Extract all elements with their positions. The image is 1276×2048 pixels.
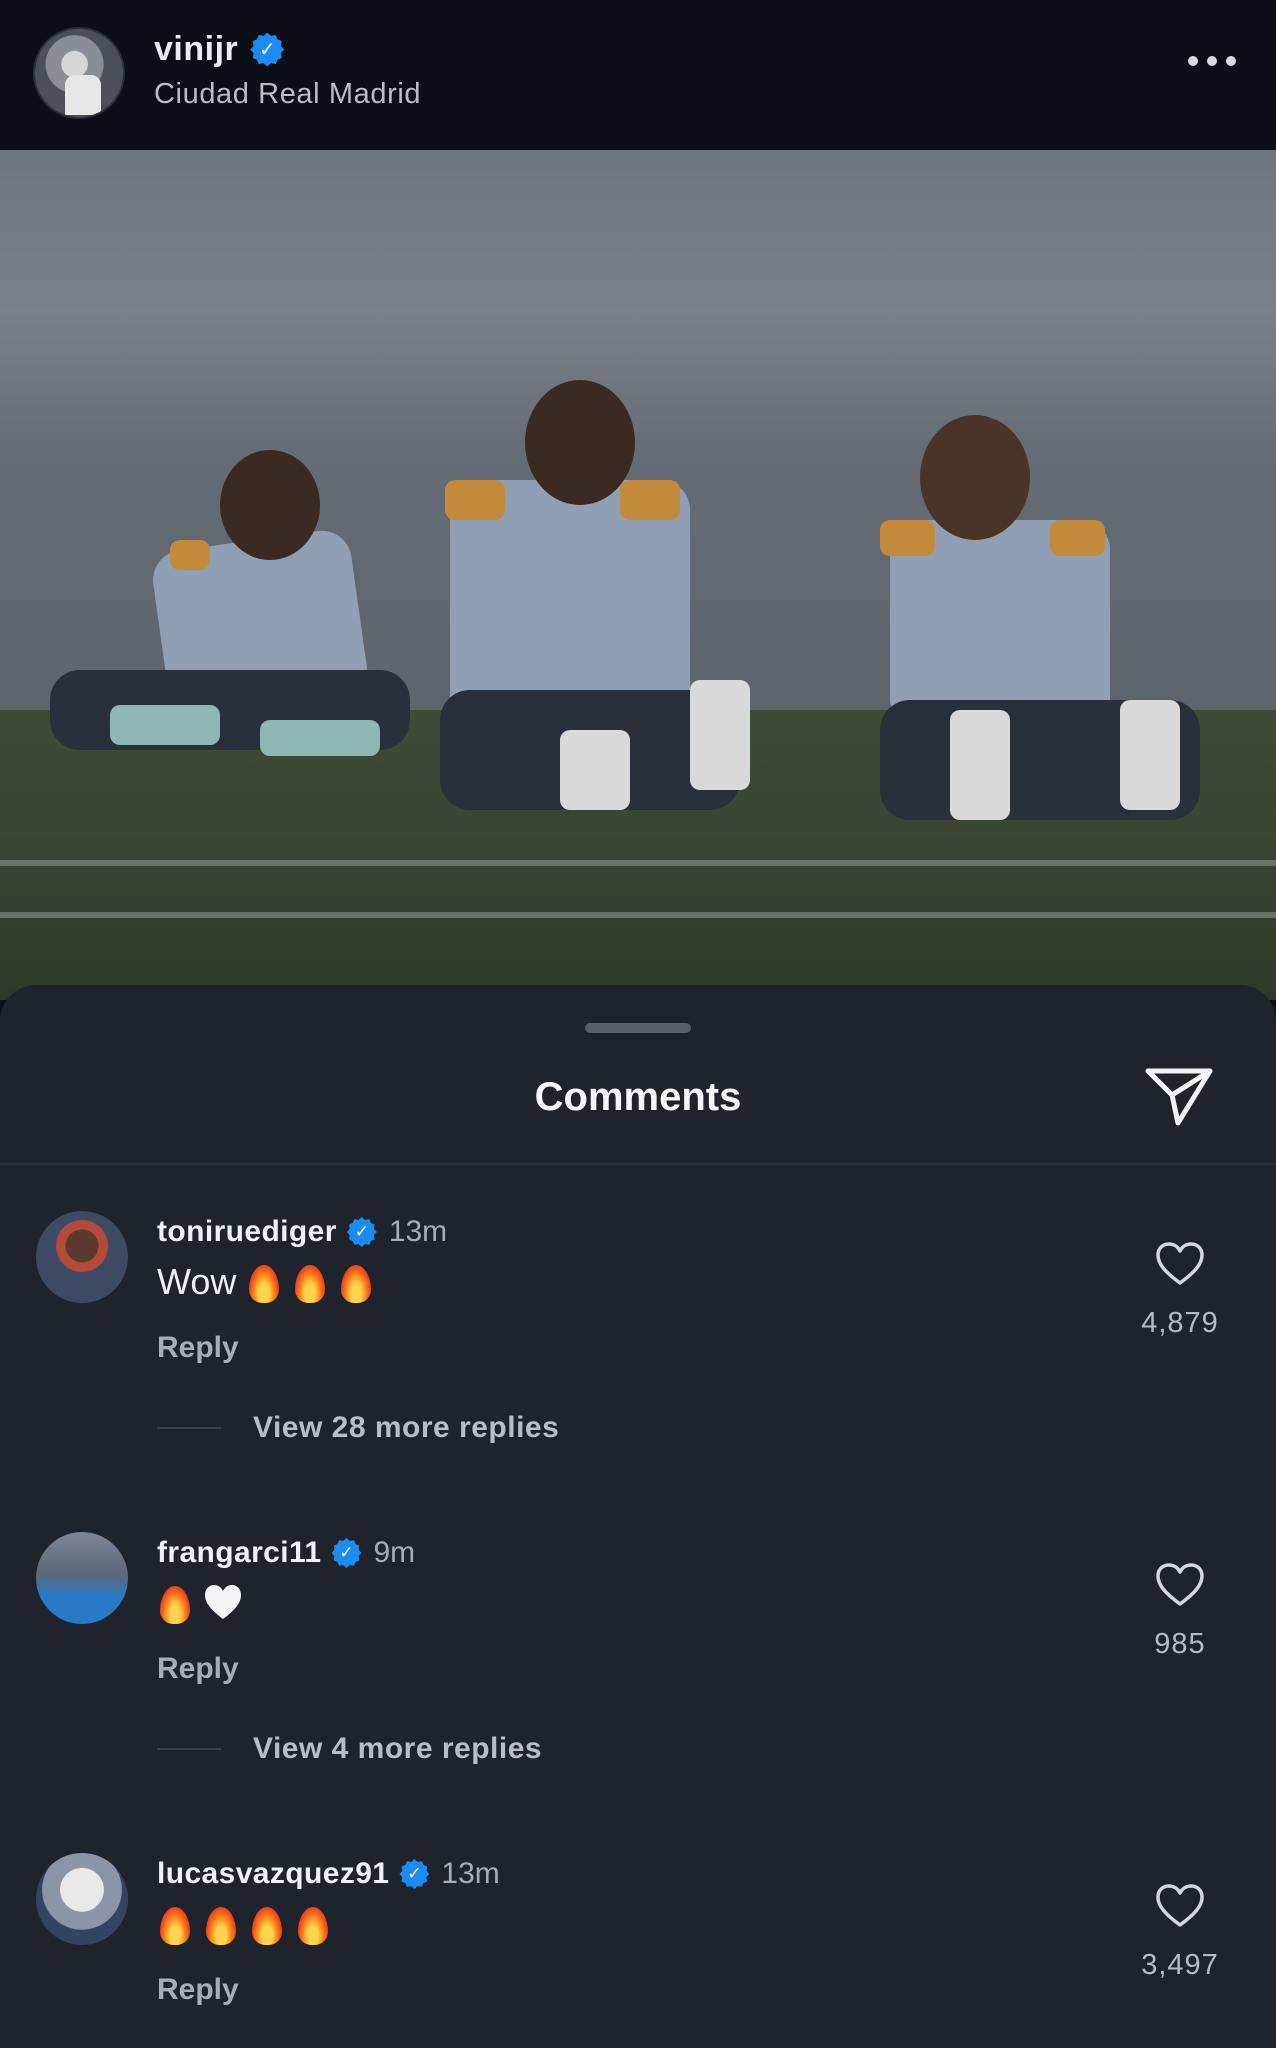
verified-badge-icon: ✓ (331, 1538, 362, 1568)
replies-rule (157, 1427, 221, 1429)
comment-header: toniruediger ✓ 13m (157, 1215, 447, 1249)
fire-emoji-icon (157, 1903, 193, 1945)
send-icon[interactable] (1144, 1065, 1214, 1127)
post-photo[interactable] (0, 150, 1276, 1000)
photo-background-banner (0, 150, 1276, 420)
like-count: 985 (1154, 1628, 1206, 1660)
comment-header: lucasvazquez91 ✓ 13m (157, 1857, 500, 1891)
comment-text (157, 1582, 243, 1624)
comment-header: frangarci11 ✓ 9m (157, 1536, 415, 1570)
view-more-replies[interactable]: View 4 more replies (157, 1732, 542, 1766)
like-control: 4,879 (1124, 1241, 1236, 1340)
comment-text: Wow (157, 1261, 374, 1303)
commenter-username[interactable]: toniruediger (157, 1215, 337, 1249)
pitch-line (0, 860, 1276, 866)
more-horizontal-icon[interactable] (1188, 56, 1236, 66)
comments-title: Comments (534, 1075, 742, 1119)
commenter-username[interactable]: lucasvazquez91 (157, 1857, 389, 1891)
fire-emoji-icon (246, 1261, 282, 1303)
fire-emoji-icon (203, 1903, 239, 1945)
reply-button[interactable]: Reply (157, 1973, 239, 2007)
comment-text-prefix: Wow (157, 1261, 237, 1302)
view-more-replies-label[interactable]: View 4 more replies (253, 1732, 542, 1766)
heart-outline-icon[interactable] (1155, 1241, 1205, 1287)
heart-outline-icon[interactable] (1155, 1562, 1205, 1608)
like-control: 985 (1124, 1562, 1236, 1661)
like-control: 3,497 (1124, 1883, 1236, 1982)
view-more-replies-label[interactable]: View 28 more replies (253, 1411, 559, 1445)
verified-badge-icon: ✓ (399, 1859, 430, 1889)
commenter-username[interactable]: frangarci11 (157, 1536, 322, 1570)
post-location[interactable]: Ciudad Real Madrid (154, 78, 421, 111)
heart-outline-icon[interactable] (1155, 1883, 1205, 1929)
like-count: 3,497 (1141, 1949, 1219, 1981)
pitch-line (0, 912, 1276, 918)
view-more-replies[interactable]: View 28 more replies (157, 1411, 559, 1445)
app-screen: vinijr ✓ Ciudad Real Madrid Comments ton… (0, 0, 1276, 2048)
comment-time: 13m (441, 1857, 500, 1890)
profile-avatar[interactable] (33, 27, 125, 119)
username-row: vinijr ✓ (154, 30, 285, 69)
sheet-grabber[interactable] (585, 1023, 691, 1033)
fire-emoji-icon (338, 1261, 374, 1303)
fire-emoji-icon (249, 1903, 285, 1945)
comments-sheet: Comments toniruediger ✓ 13m Wow Reply 4,… (0, 985, 1276, 2048)
comment-text (157, 1903, 331, 1945)
verified-badge-icon: ✓ (346, 1217, 377, 1247)
post-header: vinijr ✓ Ciudad Real Madrid (0, 0, 1276, 150)
like-count: 4,879 (1141, 1307, 1219, 1339)
commenter-avatar[interactable] (36, 1532, 128, 1624)
white-heart-emoji-icon (205, 1585, 241, 1619)
commenter-avatar[interactable] (36, 1853, 128, 1945)
comment-time: 13m (388, 1215, 448, 1248)
commenter-avatar[interactable] (36, 1211, 128, 1303)
fire-emoji-icon (157, 1582, 193, 1624)
sheet-divider (0, 1163, 1276, 1165)
fire-emoji-icon (292, 1261, 328, 1303)
replies-rule (157, 1748, 221, 1750)
reply-button[interactable]: Reply (157, 1652, 239, 1686)
reply-button[interactable]: Reply (157, 1331, 239, 1365)
post-username[interactable]: vinijr (154, 30, 238, 69)
comment-time: 9m (373, 1536, 416, 1569)
verified-badge-icon: ✓ (250, 32, 285, 67)
fire-emoji-icon (295, 1903, 331, 1945)
